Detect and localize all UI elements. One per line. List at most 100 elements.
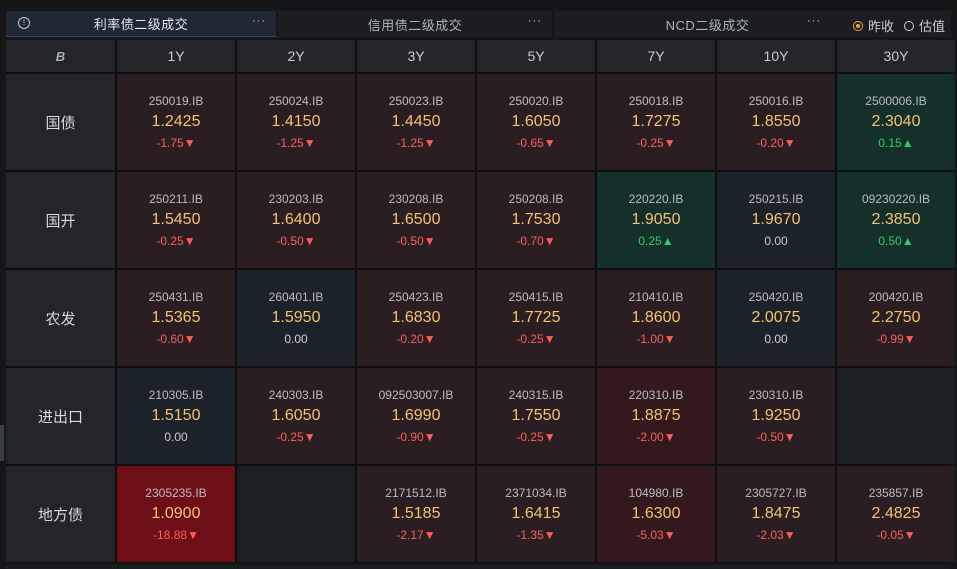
bond-cell[interactable]: 220310.IB 1.8875 -2.00▼ (597, 368, 715, 464)
bond-code: 2305727.IB (745, 485, 807, 500)
bond-cell[interactable]: 2305235.IB 1.0900 -18.88▼ (117, 466, 235, 562)
bond-code: 250423.IB (388, 289, 444, 304)
yield-change: -1.25▼ (396, 135, 436, 150)
column-header-7y[interactable]: 7Y (597, 40, 715, 72)
bond-code: 260401.IB (268, 289, 324, 304)
yield-change: -0.99▼ (876, 331, 916, 346)
yield-change: -0.25▼ (636, 135, 676, 150)
bond-code: 250018.IB (628, 93, 684, 108)
bond-cell[interactable]: 104980.IB 1.6300 -5.03▼ (597, 466, 715, 562)
column-header-2y[interactable]: 2Y (237, 40, 355, 72)
bond-code: 2371034.IB (505, 485, 567, 500)
bond-cell[interactable]: 200420.IB 2.2750 -0.99▼ (837, 270, 955, 366)
row-label: 地方债 (6, 466, 115, 562)
bond-cell[interactable]: 250420.IB 2.0075 0.00 (717, 270, 835, 366)
bond-cell[interactable]: 09230220.IB 2.3850 0.50▲ (837, 172, 955, 268)
bond-yield: 1.6300 (631, 504, 681, 522)
bond-code: 250420.IB (748, 289, 804, 304)
bond-cell[interactable]: 2500006.IB 2.3040 0.15▲ (837, 74, 955, 170)
bond-code: 09230220.IB (861, 191, 931, 206)
bond-cell[interactable]: 250423.IB 1.6830 -0.20▼ (357, 270, 475, 366)
yield-change: -0.50▼ (396, 233, 436, 248)
yield-change: -1.00▼ (636, 331, 676, 346)
yield-change: 0.00 (164, 429, 188, 444)
column-header-10y[interactable]: 10Y (717, 40, 835, 72)
yield-change: -0.25▼ (516, 331, 556, 346)
radio-unchecked-icon[interactable] (903, 20, 914, 31)
bond-cell[interactable]: 2305727.IB 1.8475 -2.03▼ (717, 466, 835, 562)
row-label: 国债 (6, 74, 115, 170)
bond-cell[interactable]: 250023.IB 1.4450 -1.25▼ (357, 74, 475, 170)
info-icon[interactable]: ! (18, 17, 30, 29)
bond-cell[interactable]: 230310.IB 1.9250 -0.50▼ (717, 368, 835, 464)
bond-cell[interactable]: 092503007.IB 1.6990 -0.90▼ (357, 368, 475, 464)
yield-change: -0.50▼ (276, 233, 316, 248)
bond-cell[interactable]: 250016.IB 1.8550 -0.20▼ (717, 74, 835, 170)
bond-cell[interactable]: 250208.IB 1.7530 -0.70▼ (477, 172, 595, 268)
bond-yield: 1.6400 (271, 210, 321, 228)
bond-cell[interactable]: 250020.IB 1.6050 -0.65▼ (477, 74, 595, 170)
bond-yield: 1.8550 (751, 112, 801, 130)
bond-yield: 1.5150 (151, 406, 201, 424)
bond-code: 2171512.IB (385, 485, 447, 500)
bond-yield: 1.6830 (391, 308, 441, 326)
tab-ncd-trades[interactable]: NCD二级成交 ··· 昨收 估值 (554, 11, 951, 37)
bond-cell[interactable]: 250019.IB 1.2425 -1.75▼ (117, 74, 235, 170)
bond-cell[interactable]: 250415.IB 1.7725 -0.25▼ (477, 270, 595, 366)
bond-yield: 1.5450 (151, 210, 201, 228)
bond-yield: 1.9050 (631, 210, 681, 228)
more-icon[interactable]: ··· (252, 15, 266, 27)
bond-yield: 1.5950 (271, 308, 321, 326)
yield-change: -1.35▼ (516, 527, 556, 542)
bond-cell[interactable]: 210305.IB 1.5150 0.00 (117, 368, 235, 464)
bond-logo-icon[interactable]: B (56, 49, 65, 64)
bond-code: 230208.IB (388, 191, 444, 206)
bond-cell[interactable]: 2371034.IB 1.6415 -1.35▼ (477, 466, 595, 562)
yield-change: -5.03▼ (636, 527, 676, 542)
bond-cell[interactable]: 250215.IB 1.9670 0.00 (717, 172, 835, 268)
radio-label: 昨收 (867, 19, 894, 34)
bond-cell[interactable]: 250024.IB 1.4150 -1.25▼ (237, 74, 355, 170)
side-resize-handle[interactable] (0, 425, 4, 461)
radio-valuation[interactable]: 估值 (903, 16, 945, 35)
bottom-scrollbar[interactable] (6, 565, 951, 569)
bond-cell[interactable]: 235857.IB 2.4825 -0.05▼ (837, 466, 955, 562)
bond-code: 235857.IB (868, 485, 924, 500)
radio-prev-close[interactable]: 昨收 (852, 16, 894, 35)
yield-change: -18.88▼ (153, 527, 199, 542)
tab-rate-bond-trades[interactable]: ! 利率债二级成交 ··· (6, 11, 278, 37)
column-header-1y[interactable]: 1Y (117, 40, 235, 72)
bond-cell[interactable]: 230203.IB 1.6400 -0.50▼ (237, 172, 355, 268)
row-label: 进出口 (6, 368, 115, 464)
bond-code: 250020.IB (508, 93, 564, 108)
bond-cell[interactable]: 210410.IB 1.8600 -1.00▼ (597, 270, 715, 366)
tab-credit-bond-trades[interactable]: 信用债二级成交 ··· (278, 11, 554, 37)
yield-change: 0.15▲ (878, 135, 914, 150)
bond-cell[interactable]: 2171512.IB 1.5185 -2.17▼ (357, 466, 475, 562)
tab-label: 信用债二级成交 (367, 17, 463, 33)
column-header-30y[interactable]: 30Y (837, 40, 955, 72)
tab-bar: ! 利率债二级成交 ··· 信用债二级成交 ··· NCD二级成交 ··· 昨收… (6, 11, 951, 37)
row-label: 国开 (6, 172, 115, 268)
more-icon[interactable]: ··· (807, 15, 821, 27)
bond-cell[interactable]: 240303.IB 1.6050 -0.25▼ (237, 368, 355, 464)
bond-code: 250016.IB (748, 93, 804, 108)
bond-yield: 1.9670 (751, 210, 801, 228)
bond-code: 250431.IB (148, 289, 204, 304)
bond-code: 250215.IB (748, 191, 804, 206)
more-icon[interactable]: ··· (528, 15, 542, 27)
bond-code: 250023.IB (388, 93, 444, 108)
corner-header: B (6, 40, 115, 72)
bond-yield: 1.6050 (511, 112, 561, 130)
bond-cell[interactable]: 240315.IB 1.7550 -0.25▼ (477, 368, 595, 464)
bond-cell[interactable]: 250431.IB 1.5365 -0.60▼ (117, 270, 235, 366)
bond-cell[interactable]: 260401.IB 1.5950 0.00 (237, 270, 355, 366)
column-header-5y[interactable]: 5Y (477, 40, 595, 72)
bond-cell[interactable]: 250211.IB 1.5450 -0.25▼ (117, 172, 235, 268)
yield-change: -0.20▼ (756, 135, 796, 150)
bond-cell[interactable]: 230208.IB 1.6500 -0.50▼ (357, 172, 475, 268)
bond-cell[interactable]: 220220.IB 1.9050 0.25▲ (597, 172, 715, 268)
column-header-3y[interactable]: 3Y (357, 40, 475, 72)
bond-cell[interactable]: 250018.IB 1.7275 -0.25▼ (597, 74, 715, 170)
radio-checked-icon[interactable] (852, 20, 863, 31)
